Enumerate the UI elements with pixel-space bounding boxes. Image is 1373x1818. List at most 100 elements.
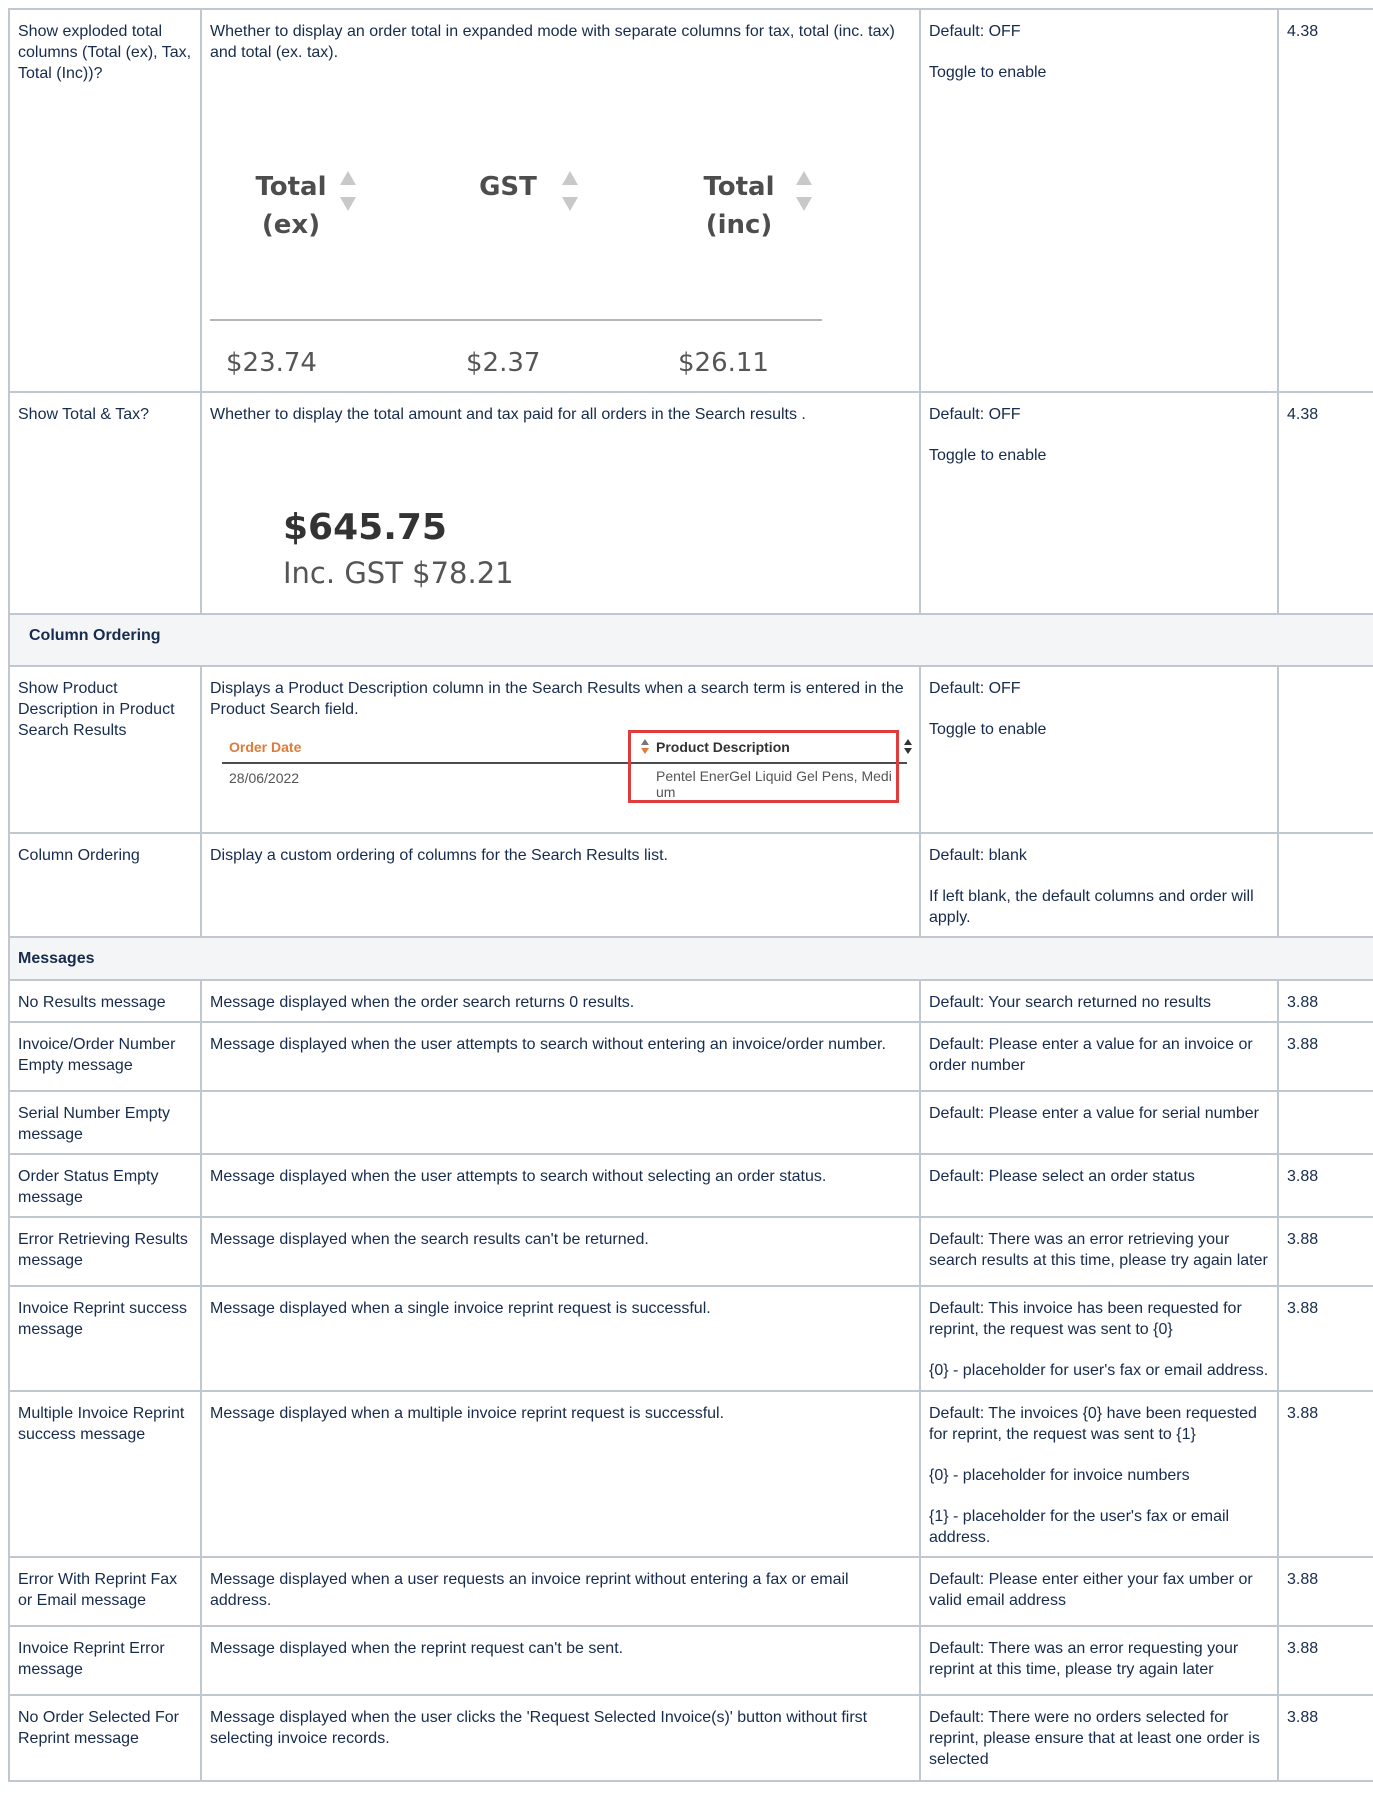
gst-header: GST [479, 172, 537, 202]
default-note: Toggle to enable [929, 447, 1047, 464]
total-inc-header: Total (inc) [703, 172, 775, 240]
table-row: Invoice/Order Number Empty message Messag… [8, 1021, 1373, 1092]
total-tax-image: $645.75 Inc. GST $78.21 [210, 425, 911, 605]
order-date-header: Order Date [229, 739, 302, 755]
sort-arrows-icon [640, 739, 650, 757]
setting-default: Default: OFF Toggle to enable [919, 665, 1279, 834]
setting-default: Default: blank If left blank, the defaul… [919, 832, 1279, 938]
setting-description: Message displayed when the search result… [200, 1216, 921, 1287]
order-tax: Inc. GST $78.21 [283, 556, 514, 590]
setting-description: Message displayed when a multiple invoic… [200, 1390, 921, 1558]
sort-arrows-icon [338, 171, 358, 215]
setting-description: Display a custom ordering of columns for… [200, 832, 921, 938]
table-row: Show exploded total columns (Total (ex),… [8, 8, 1373, 393]
default-note: {1} - placeholder for the user's fax or … [929, 1508, 1230, 1546]
setting-default: Default: Your search returned no results [919, 979, 1279, 1023]
table-row: Invoice Reprint Error message Message dis… [8, 1625, 1373, 1696]
setting-description: Message displayed when the order search … [200, 979, 921, 1023]
setting-description: Message displayed when the reprint reque… [200, 1625, 921, 1696]
default-value: Default: Please enter a value for serial… [929, 1105, 1259, 1122]
default-value: Default: There was an error requesting y… [929, 1640, 1239, 1678]
setting-default: Default: Please enter a value for serial… [919, 1090, 1279, 1155]
setting-description: Message displayed when a user requests a… [200, 1556, 921, 1627]
setting-version [1277, 832, 1373, 938]
setting-name: Invoice/Order Number Empty message [8, 1021, 202, 1092]
setting-version [1277, 665, 1373, 834]
setting-version: 3.88 [1277, 1216, 1373, 1287]
setting-description: Whether to display the total amount and … [200, 391, 921, 615]
setting-version: 3.88 [1277, 1021, 1373, 1092]
table-row: Column Ordering Display a custom orderin… [8, 832, 1373, 938]
total-ex-value: $23.74 [226, 348, 317, 378]
setting-version [1277, 1090, 1373, 1155]
default-note: {0} - placeholder for user's fax or emai… [929, 1362, 1269, 1379]
description-text: Displays a Product Description column in… [210, 680, 904, 718]
table-row: Show Product Description in Product Sear… [8, 665, 1373, 834]
default-value: Default: Your search returned no results [929, 994, 1211, 1011]
setting-default: Default: OFF Toggle to enable [919, 391, 1279, 615]
default-note: {0} - placeholder for invoice numbers [929, 1467, 1190, 1484]
default-value: Default: blank [929, 847, 1027, 864]
default-note: If left blank, the default columns and o… [929, 888, 1254, 926]
table-row: Multiple Invoice Reprint success message… [8, 1390, 1373, 1558]
settings-table: Show exploded total columns (Total (ex),… [8, 8, 1373, 1782]
setting-name: Show Total & Tax? [8, 391, 202, 615]
table-row: Error Retrieving Results message Message … [8, 1216, 1373, 1287]
setting-default: Default: This invoice has been requested… [919, 1285, 1279, 1392]
setting-name: Invoice Reprint Error message [8, 1625, 202, 1696]
setting-name: Multiple Invoice Reprint success message [8, 1390, 202, 1558]
default-value: Default: Please enter either your fax um… [929, 1571, 1253, 1609]
setting-default: Default: There were no orders selected f… [919, 1694, 1279, 1782]
default-value: Default: OFF [929, 680, 1021, 697]
setting-name: Invoice Reprint success message [8, 1285, 202, 1392]
setting-default: Default: Please enter a value for an inv… [919, 1021, 1279, 1092]
section-title: Messages [8, 936, 1373, 981]
section-title: Column Ordering [8, 613, 1373, 667]
setting-version: 3.88 [1277, 1625, 1373, 1696]
setting-name: Show exploded total columns (Total (ex),… [8, 8, 202, 393]
default-value: Default: There were no orders selected f… [929, 1709, 1260, 1768]
setting-name: Column Ordering [8, 832, 202, 938]
sort-arrows-icon [904, 739, 912, 757]
setting-version: 3.88 [1277, 1390, 1373, 1558]
product-description-image: Order Date 28/06/2022 Product Descriptio… [210, 720, 912, 818]
setting-description: Message displayed when the user attempts… [200, 1021, 921, 1092]
setting-default: Default: Please enter either your fax um… [919, 1556, 1279, 1627]
setting-description: Displays a Product Description column in… [200, 665, 921, 834]
setting-default: Default: There was an error requesting y… [919, 1625, 1279, 1696]
product-description-header: Product Description [656, 739, 790, 755]
gst-value: $2.37 [466, 348, 541, 378]
setting-description: Message displayed when the user attempts… [200, 1153, 921, 1218]
setting-version: 4.38 [1277, 391, 1373, 615]
setting-version: 3.88 [1277, 1285, 1373, 1392]
divider [210, 319, 822, 321]
sort-arrows-icon [794, 171, 814, 215]
setting-name: Serial Number Empty message [8, 1090, 202, 1155]
setting-default: Default: The invoices {0} have been requ… [919, 1390, 1279, 1558]
setting-description [200, 1090, 921, 1155]
setting-default: Default: OFF Toggle to enable [919, 8, 1279, 393]
setting-name: No Results message [8, 979, 202, 1023]
setting-name: Error With Reprint Fax or Email message [8, 1556, 202, 1627]
product-description-value: Pentel EnerGel Liquid Gel Pens, Medium [656, 768, 892, 800]
setting-default: Default: Please select an order status [919, 1153, 1279, 1218]
setting-version: 4.38 [1277, 8, 1373, 393]
setting-name: Error Retrieving Results message [8, 1216, 202, 1287]
setting-description: Whether to display an order total in exp… [200, 8, 921, 393]
total-inc-value: $26.11 [678, 348, 769, 378]
setting-version: 3.88 [1277, 1694, 1373, 1782]
table-row: No Order Selected For Reprint message Mes… [8, 1694, 1373, 1782]
sort-arrows-icon [560, 171, 580, 215]
description-text: Whether to display an order total in exp… [210, 23, 895, 61]
setting-name: No Order Selected For Reprint message [8, 1694, 202, 1782]
default-value: Default: The invoices {0} have been requ… [929, 1405, 1257, 1443]
setting-version: 3.88 [1277, 1153, 1373, 1218]
default-note: Toggle to enable [929, 64, 1047, 81]
table-row: No Results message Message displayed when… [8, 979, 1373, 1023]
search-results-preview: Order Date 28/06/2022 Product Descriptio… [210, 720, 912, 803]
description-text: Whether to display the total amount and … [210, 406, 806, 423]
setting-version: 3.88 [1277, 979, 1373, 1023]
order-total: $645.75 [283, 507, 447, 548]
default-value: Default: Please enter a value for an inv… [929, 1036, 1253, 1074]
default-value: Default: This invoice has been requested… [929, 1300, 1242, 1338]
